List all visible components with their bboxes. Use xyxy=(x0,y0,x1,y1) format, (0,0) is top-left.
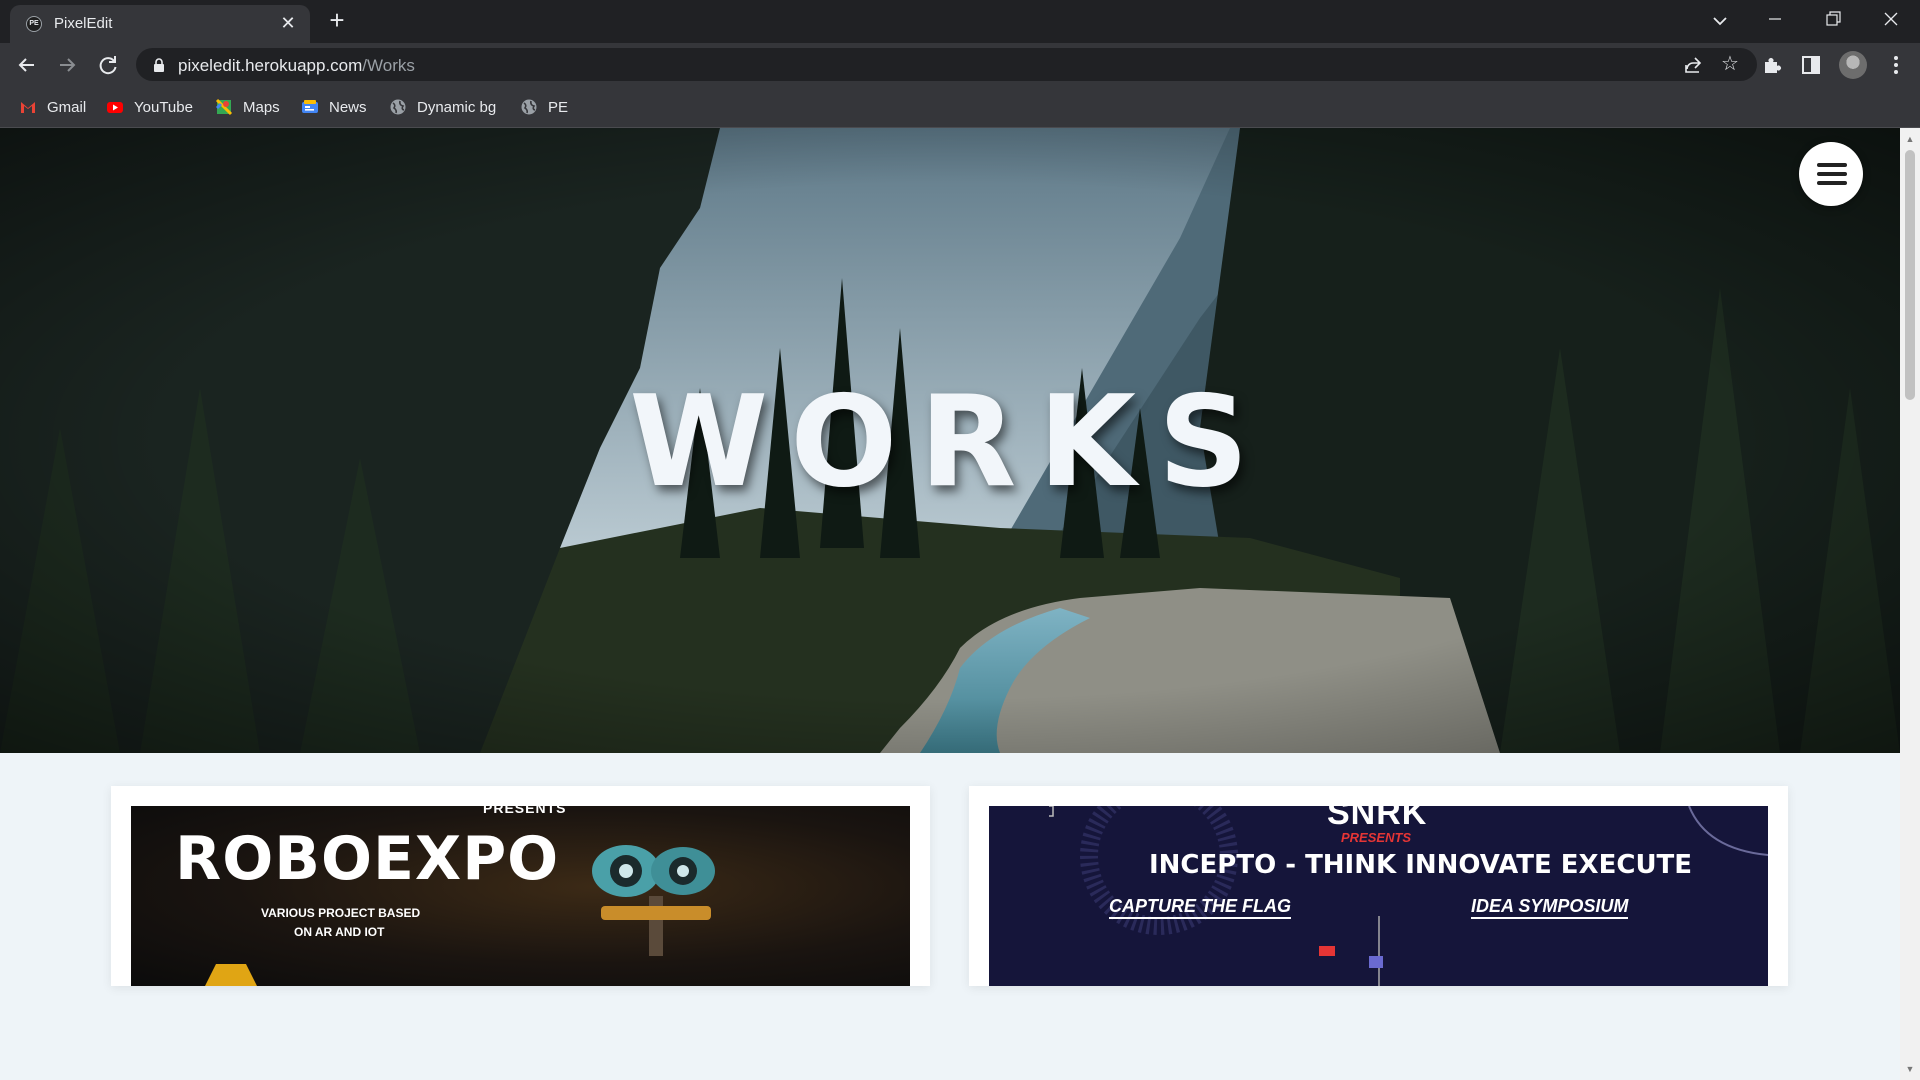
globe-icon xyxy=(521,99,537,115)
bookmark-pe[interactable]: PE xyxy=(520,96,568,118)
close-window-icon[interactable] xyxy=(1862,0,1920,38)
hamburger-line xyxy=(1817,181,1847,185)
page-viewport: WORKS PRESENTS ROBOEXPO VARIOUS PROJECT … xyxy=(0,128,1900,1080)
url-text[interactable]: pixeledit.herokuapp.com/Works xyxy=(178,56,415,76)
share-icon[interactable] xyxy=(1683,55,1703,75)
restore-window-icon[interactable] xyxy=(1804,0,1862,38)
poster-title: ROBOEXPO xyxy=(175,824,560,894)
robot-image xyxy=(592,845,715,956)
bookmark-news[interactable]: News xyxy=(301,96,367,118)
profile-avatar[interactable] xyxy=(1839,51,1867,79)
url-path: /Works xyxy=(362,56,415,75)
side-panel-icon[interactable] xyxy=(1800,54,1822,76)
minimize-window-icon[interactable] xyxy=(1746,0,1804,38)
poster-presents: PRESENTS xyxy=(483,806,567,816)
pixeledit-favicon-icon: PE xyxy=(26,16,42,32)
bookmarks-bar: Gmail YouTube Maps News Dynamic bg PE xyxy=(0,86,1920,128)
back-arrow-icon[interactable] xyxy=(13,51,41,79)
bookmark-gmail[interactable]: Gmail xyxy=(19,96,86,118)
hero-banner: WORKS xyxy=(0,128,1900,753)
poster-subtitle: ON AR AND IOT xyxy=(294,925,385,939)
globe-icon xyxy=(390,99,406,115)
more-vertical-icon[interactable] xyxy=(1884,51,1908,79)
poster-event: CAPTURE THE FLAG xyxy=(1109,896,1291,919)
address-bar[interactable]: pixeledit.herokuapp.com/Works ☆ xyxy=(136,48,1757,81)
bookmark-dynamic-bg[interactable]: Dynamic bg xyxy=(389,96,496,118)
poster-logo: SNRK xyxy=(1327,806,1428,832)
new-tab-button[interactable]: + xyxy=(324,7,350,34)
extensions-puzzle-icon[interactable] xyxy=(1761,54,1783,76)
poster-event: IDEA SYMPOSIUM xyxy=(1471,896,1629,919)
browser-toolbar: pixeledit.herokuapp.com/Works ☆ xyxy=(0,43,1920,86)
browser-tab[interactable]: PE PixelEdit ✕ xyxy=(10,5,310,43)
news-icon xyxy=(302,100,318,113)
poster-subtitle: VARIOUS PROJECT BASED xyxy=(261,906,421,920)
poster-decoration-icon xyxy=(205,964,257,986)
tab-title: PixelEdit xyxy=(54,15,113,32)
hamburger-menu-icon[interactable] xyxy=(1799,142,1863,206)
url-host: pixeledit.herokuapp.com xyxy=(178,56,363,75)
scrollbar-thumb[interactable] xyxy=(1905,150,1915,400)
bookmark-label: Gmail xyxy=(47,98,87,116)
close-tab-icon[interactable]: ✕ xyxy=(278,13,298,33)
scroll-up-arrow-icon[interactable]: ▲ xyxy=(1905,134,1915,144)
hamburger-line xyxy=(1817,163,1847,167)
bookmark-label: YouTube xyxy=(134,98,193,116)
bookmark-label: PE xyxy=(548,98,569,116)
reload-icon[interactable] xyxy=(94,51,122,79)
bookmark-label: Maps xyxy=(243,98,280,116)
tab-search-chevron-icon[interactable] xyxy=(1705,9,1735,33)
lock-icon[interactable] xyxy=(152,58,166,72)
roboexpo-poster[interactable]: PRESENTS ROBOEXPO VARIOUS PROJECT BASED … xyxy=(131,806,910,986)
bookmark-youtube[interactable]: YouTube xyxy=(106,96,193,118)
maps-icon xyxy=(215,98,233,116)
poster-title: INCEPTO - THINK INNOVATE EXECUTE xyxy=(1149,850,1693,880)
youtube-icon xyxy=(107,102,123,113)
hamburger-line xyxy=(1817,172,1847,176)
browser-tab-strip: PE PixelEdit ✕ + xyxy=(0,0,1920,43)
page-scrollbar[interactable]: ▲ ▼ xyxy=(1900,128,1920,1080)
work-card-roboexpo[interactable]: PRESENTS ROBOEXPO VARIOUS PROJECT BASED … xyxy=(111,786,930,986)
bookmark-label: News xyxy=(329,98,367,116)
gmail-icon xyxy=(21,102,35,113)
bookmark-label: Dynamic bg xyxy=(417,98,497,116)
forward-arrow-icon[interactable] xyxy=(53,51,81,79)
bookmark-star-icon[interactable]: ☆ xyxy=(1719,53,1741,75)
bookmark-maps[interactable]: Maps xyxy=(215,96,280,118)
work-card-incepto[interactable]: SNRK PRESENTS INCEPTO - THINK INNOVATE E… xyxy=(969,786,1788,986)
incepto-poster[interactable]: SNRK PRESENTS INCEPTO - THINK INNOVATE E… xyxy=(989,806,1768,986)
scroll-down-arrow-icon[interactable]: ▼ xyxy=(1905,1064,1915,1074)
poster-presents: PRESENTS xyxy=(1341,830,1412,845)
page-title: WORKS xyxy=(629,368,1271,515)
